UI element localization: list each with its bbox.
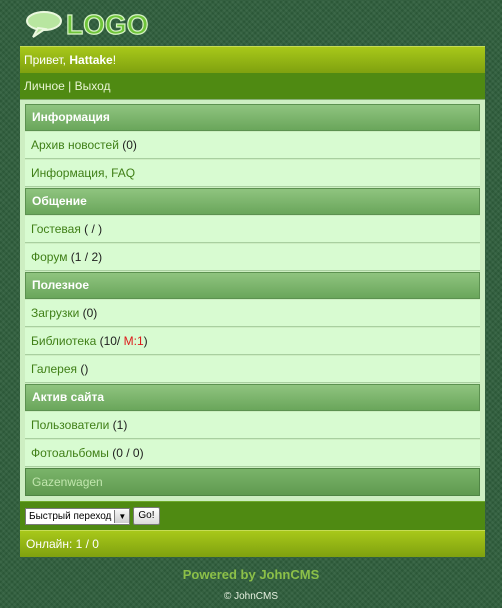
gazenwagen-link[interactable]: Gazenwagen (32, 475, 103, 489)
section-header-site-activity: Актив сайта (25, 384, 480, 411)
site-logo[interactable]: LOGO (24, 6, 164, 42)
menu-item-gallery: Галерея () (25, 356, 480, 383)
guestbook-link[interactable]: Гостевая (31, 222, 81, 236)
forum-link[interactable]: Форум (31, 250, 67, 264)
main-menu: Информация Архив новостей (0) Информация… (20, 99, 485, 501)
menu-item-guestbook: Гостевая ( / ) (25, 216, 480, 243)
library-count-pre: (10/ (96, 334, 124, 348)
nav-separator: | (64, 79, 75, 93)
menu-item-downloads: Загрузки (0) (25, 300, 480, 327)
greeting-username: Hattake (69, 53, 113, 67)
library-moderation-count: M:1 (123, 334, 144, 348)
section-header-useful: Полезное (25, 272, 480, 299)
quick-jump-select[interactable]: Быстрый переход ▼ (25, 507, 131, 525)
menu-item-forum: Форум (1 / 2) (25, 244, 480, 271)
users-link[interactable]: Пользователи (31, 418, 109, 432)
faq-link[interactable]: Информация, FAQ (31, 166, 135, 180)
logout-link[interactable]: Выход (75, 79, 111, 93)
section-header-communication: Общение (25, 188, 480, 215)
online-counter: Онлайн: 1 / 0 (20, 530, 485, 557)
logo-text: LOGO (66, 9, 148, 40)
section-header-info: Информация (25, 104, 480, 131)
greeting-bar: Привет, Hattake! (20, 46, 485, 73)
menu-item-users: Пользователи (1) (25, 412, 480, 439)
top-nav: Личное | Выход (20, 73, 485, 99)
library-link[interactable]: Библиотека (31, 334, 96, 348)
menu-item-library: Библиотека (10/ M:1) (25, 328, 480, 355)
menu-item-gazenwagen: Gazenwagen (25, 468, 480, 496)
gallery-count: () (77, 362, 89, 376)
personal-link[interactable]: Личное (24, 79, 65, 93)
powered-by[interactable]: Powered by JohnCMS (0, 567, 502, 582)
quick-jump-bar: Быстрый переход ▼ Go! (20, 501, 485, 530)
downloads-link[interactable]: Загрузки (31, 306, 79, 320)
forum-count: (1 / 2) (67, 250, 103, 264)
greeting-suffix: ! (112, 53, 117, 67)
quick-jump-selected: Быстрый переход (29, 510, 112, 522)
users-count: (1) (109, 418, 128, 432)
downloads-count: (0) (79, 306, 98, 320)
menu-item-photo-albums: Фотоальбомы (0 / 0) (25, 440, 480, 467)
gallery-link[interactable]: Галерея (31, 362, 77, 376)
copyright: © JohnCMS (223, 591, 279, 602)
photo-albums-count: (0 / 0) (108, 446, 144, 460)
news-archive-link[interactable]: Архив новостей (31, 138, 119, 152)
menu-item-news-archive: Архив новостей (0) (25, 132, 480, 159)
news-archive-count: (0) (118, 138, 137, 152)
photo-albums-link[interactable]: Фотоальбомы (31, 446, 109, 460)
greeting-prefix: Привет, (24, 53, 70, 67)
go-button[interactable]: Go! (133, 507, 160, 525)
guestbook-count: ( / ) (80, 222, 103, 236)
chevron-down-icon[interactable]: ▼ (114, 509, 130, 523)
menu-item-faq: Информация, FAQ (25, 160, 480, 187)
library-count-post: ) (143, 334, 148, 348)
main-container: Привет, Hattake! Личное | Выход Информац… (20, 46, 485, 557)
